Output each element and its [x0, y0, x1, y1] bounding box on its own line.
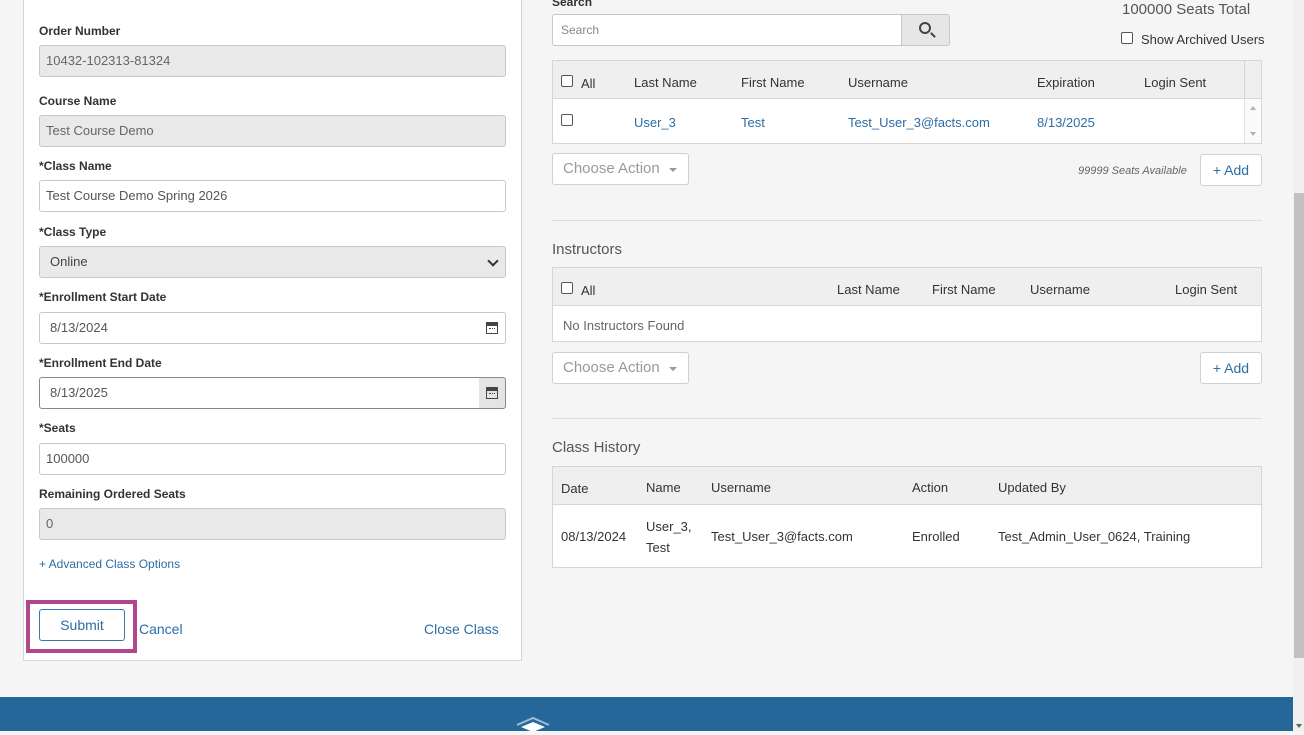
- calendar-icon: [486, 387, 498, 399]
- enrollment-start-calendar-button[interactable]: [479, 312, 506, 344]
- divider: [552, 220, 1262, 221]
- enrollment-start-input[interactable]: 8/13/2024: [39, 312, 480, 344]
- students-header-login-sent[interactable]: Login Sent: [1144, 75, 1206, 90]
- instructors-table-header: [553, 268, 1261, 306]
- remaining-seats-label: Remaining Ordered Seats: [39, 487, 186, 501]
- instructors-title: Instructors: [552, 241, 623, 258]
- instructors-choose-action-label: Choose Action: [563, 359, 660, 376]
- students-select-all-checkbox[interactable]: [561, 75, 573, 87]
- class-name-label: *Class Name: [39, 159, 112, 173]
- close-class-link[interactable]: Close Class: [424, 621, 499, 637]
- cancel-link[interactable]: Cancel: [139, 621, 183, 637]
- instructors-header-all: All: [581, 283, 596, 298]
- course-name-field: Test Course Demo: [39, 115, 506, 147]
- class-type-label: *Class Type: [39, 225, 107, 239]
- divider: [552, 418, 1262, 419]
- search-label: Search: [552, 0, 593, 9]
- students-table-scrollbar[interactable]: [1244, 99, 1261, 143]
- seats-label: *Seats: [39, 421, 76, 435]
- page-scrollbar-thumb[interactable]: [1294, 193, 1304, 658]
- instructors-choose-action-dropdown[interactable]: Choose Action: [552, 352, 689, 384]
- calendar-icon: [486, 322, 498, 334]
- instructors-header-username[interactable]: Username: [1030, 282, 1090, 297]
- class-history-title: Class History: [552, 439, 641, 456]
- instructors-header-login-sent[interactable]: Login Sent: [1175, 282, 1237, 297]
- instructors-header-last-name[interactable]: Last Name: [837, 282, 900, 297]
- enrollment-end-label: *Enrollment End Date: [39, 356, 162, 370]
- advanced-class-options-link[interactable]: + Advanced Class Options: [39, 557, 180, 571]
- students-header-all: All: [581, 76, 596, 91]
- student-last-name[interactable]: User_3: [634, 115, 676, 130]
- class-name-input[interactable]: Test Course Demo Spring 2026: [39, 180, 506, 212]
- enrollment-end-calendar-button[interactable]: [479, 377, 506, 409]
- seats-total: 100000 Seats Total: [1122, 1, 1251, 18]
- search-icon: [919, 22, 931, 34]
- students-choose-action-label: Choose Action: [563, 160, 660, 177]
- students-table: [552, 60, 1262, 144]
- order-number-label: Order Number: [39, 24, 121, 38]
- caret-down-icon: [669, 367, 677, 371]
- seats-available: 99999 Seats Available: [1078, 165, 1187, 177]
- instructors-header-first-name[interactable]: First Name: [932, 282, 996, 297]
- show-archived-label: Show Archived Users: [1141, 32, 1265, 47]
- history-name-line1: User_3,: [646, 519, 692, 534]
- student-first-name[interactable]: Test: [741, 115, 765, 130]
- show-archived-checkbox[interactable]: [1121, 32, 1133, 44]
- students-choose-action-dropdown[interactable]: Choose Action: [552, 153, 689, 185]
- student-expiration[interactable]: 8/13/2025: [1037, 115, 1095, 130]
- add-student-button[interactable]: + Add: [1200, 154, 1262, 186]
- instructors-select-all-checkbox[interactable]: [561, 282, 573, 294]
- history-header-username: Username: [711, 480, 771, 495]
- caret-down-icon: [669, 168, 677, 172]
- enrollment-start-label: *Enrollment Start Date: [39, 290, 167, 304]
- students-header-expiration[interactable]: Expiration: [1037, 75, 1095, 90]
- enrollment-end-input[interactable]: 8/13/2025: [39, 377, 480, 409]
- footer: [0, 697, 1293, 732]
- remaining-seats-field: 0: [39, 508, 506, 540]
- search-button[interactable]: [901, 14, 950, 46]
- history-username: Test_User_3@facts.com: [711, 529, 853, 544]
- history-header-name: Name: [646, 480, 681, 495]
- course-name-label: Course Name: [39, 94, 117, 108]
- history-header-action: Action: [912, 480, 949, 495]
- history-header-date: Date: [561, 481, 589, 496]
- students-header-username[interactable]: Username: [848, 75, 908, 90]
- add-instructor-button[interactable]: + Add: [1200, 352, 1262, 384]
- order-number-field: 10432-102313-81324: [39, 45, 506, 77]
- logo-icon: [516, 716, 550, 732]
- seats-input[interactable]: 100000: [39, 443, 506, 475]
- class-type-value: Online: [50, 254, 88, 269]
- class-form-card: Order Number 10432-102313-81324 Course N…: [23, 0, 522, 661]
- history-header-updated-by: Updated By: [998, 480, 1066, 495]
- history-date: 08/13/2024: [561, 529, 627, 544]
- history-updated-by: Test_Admin_User_0624, Training: [998, 529, 1191, 544]
- submit-button[interactable]: Submit: [39, 609, 125, 641]
- students-header-last-name[interactable]: Last Name: [634, 75, 697, 90]
- student-username[interactable]: Test_User_3@facts.com: [848, 115, 990, 130]
- chevron-down-icon: [487, 255, 499, 267]
- history-name-line2: Test: [646, 540, 670, 555]
- history-action: Enrolled: [912, 529, 960, 544]
- students-header-first-name[interactable]: First Name: [741, 75, 805, 90]
- search-input[interactable]: Search: [552, 14, 902, 46]
- student-row-checkbox[interactable]: [561, 114, 573, 126]
- no-instructors-message: No Instructors Found: [563, 318, 685, 333]
- class-type-select[interactable]: Online: [39, 246, 506, 278]
